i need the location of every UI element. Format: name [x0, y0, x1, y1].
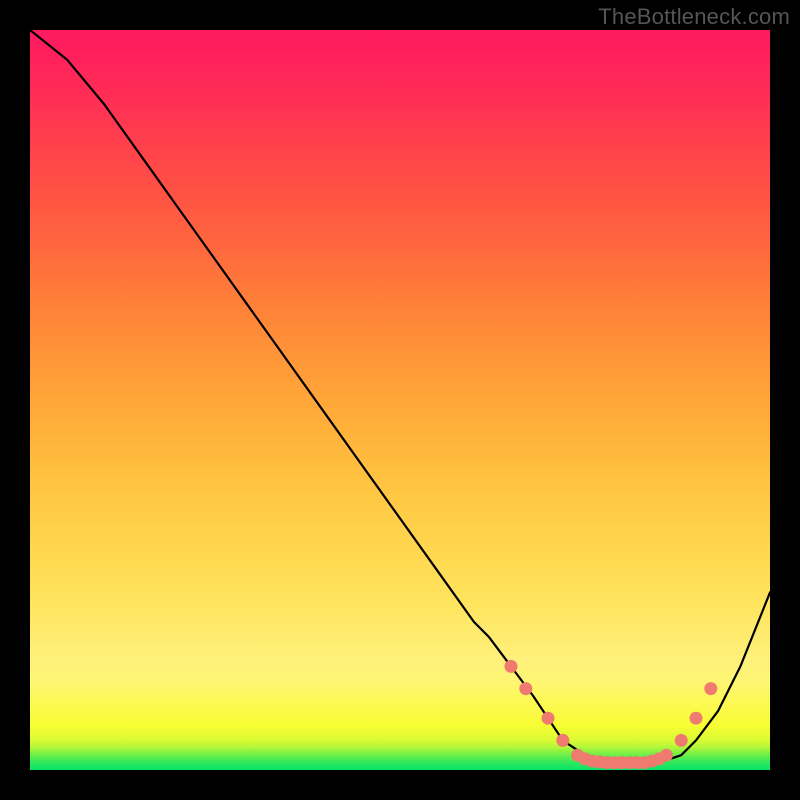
marker-dot [519, 682, 532, 695]
marker-dot [556, 734, 569, 747]
marker-dot [675, 734, 688, 747]
marker-dot [660, 749, 673, 762]
marker-group [505, 660, 718, 769]
marker-dot [505, 660, 518, 673]
bottleneck-curve [30, 30, 770, 763]
plot-area [30, 30, 770, 770]
marker-dot [690, 712, 703, 725]
marker-dot [704, 682, 717, 695]
marker-dot [542, 712, 555, 725]
chart-frame: TheBottleneck.com [0, 0, 800, 800]
watermark-label: TheBottleneck.com [598, 4, 790, 30]
curve-layer [30, 30, 770, 770]
